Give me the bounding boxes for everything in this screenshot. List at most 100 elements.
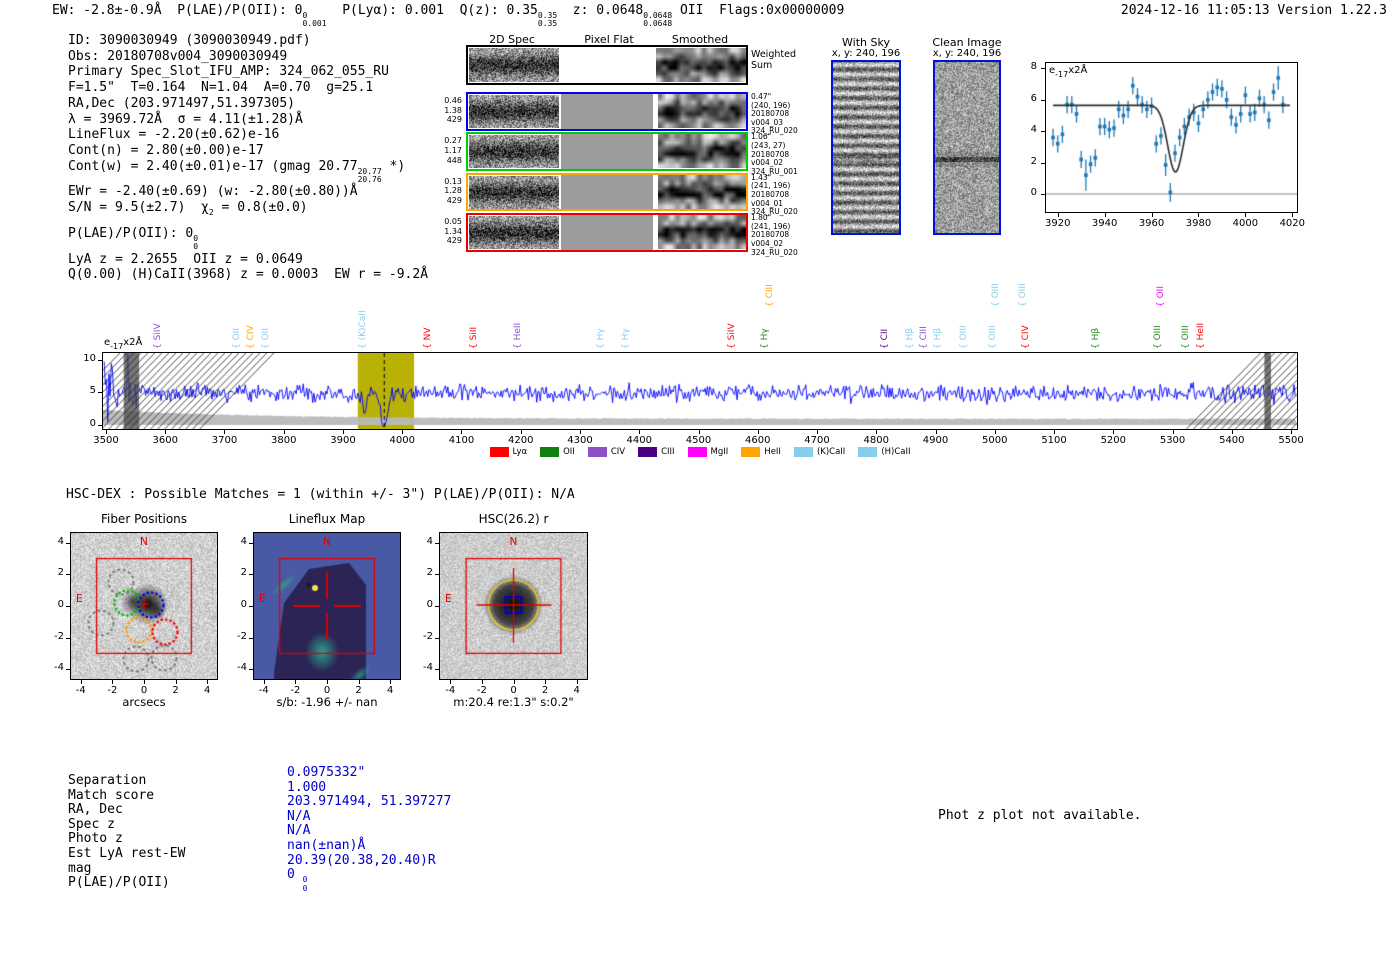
text-segment: Q(0.00) (H)CaII(3968) z = 0.0003 EW r = … xyxy=(68,267,429,283)
info-line: RA,Dec (203.971497,51.397305) xyxy=(68,96,428,112)
cutout-xtick-mark xyxy=(144,680,145,684)
cutout-title: HSC(26.2) r xyxy=(478,512,549,526)
info-line: Primary Spec_Slot_IFU_AMP: 324_062_055_R… xyxy=(68,64,428,80)
spec2d-row-right-labels: 1.43" (241, 196) 20180708 v004_01 324_RU_020 xyxy=(751,173,798,217)
spec2d-row-pixelflat-image xyxy=(561,174,653,210)
spec2d-left-label: 0.13 xyxy=(444,176,462,186)
spectrum-ytick-mark xyxy=(98,359,102,361)
cutout-ytick-label: -2 xyxy=(423,630,433,642)
legend-item: HeII xyxy=(741,447,781,457)
spec2d-left-label: 429 xyxy=(446,195,462,205)
spectral-line-marker: { OIII xyxy=(990,283,1001,307)
legend-label: MgII xyxy=(710,447,729,457)
spectral-line-marker: { OIII xyxy=(1180,325,1191,349)
spectrum-xtick-mark xyxy=(224,430,226,434)
sup-sub-stack: -17 xyxy=(110,342,123,360)
elixer-report-page: EW: -2.8±-0.9Å P(LAE)/P(OII): 0 0 0.001 P(… xyxy=(0,0,1400,953)
cutout-xtick-mark xyxy=(295,680,297,684)
legend-swatch xyxy=(741,447,761,457)
spectral-line-marker: { (K)CaII xyxy=(357,310,368,349)
text-segment: 20.39(20.38,20.40)R xyxy=(287,852,436,868)
inset-ytick-label: 4 xyxy=(1030,124,1037,136)
hsc-r-cutout-image xyxy=(440,533,587,679)
cutout-xtick-mark xyxy=(175,680,177,684)
spectrum-xtick-label: 4100 xyxy=(448,435,475,446)
with-sky-image xyxy=(833,62,899,233)
spectrum-xtick-label: 3800 xyxy=(270,435,297,446)
cutout-ytick-label: -2 xyxy=(237,630,247,642)
cutout-ytick-label: -4 xyxy=(423,662,433,674)
cutout-xlabel: arcsecs xyxy=(122,695,166,709)
cutout-xtick-label: 4 xyxy=(204,685,211,696)
spectrum-canvas xyxy=(103,353,1297,429)
cutout-xtick-mark xyxy=(513,680,515,684)
text-segment: N/A xyxy=(287,808,311,824)
spectral-line-marker: { CIV xyxy=(246,325,257,349)
sup-sub-stack: 0 0.001 xyxy=(302,11,326,29)
match-table-labels: Separation Match score RA, Dec Spec z Photo … xyxy=(68,773,186,891)
text-segment: P(LAE)/P(OII): 0 xyxy=(68,225,194,241)
text-segment: 203.971494, 51.397277 xyxy=(287,794,452,810)
text-segment: λ = 3969.72Å σ = 4.11(±1.28)Å xyxy=(68,111,303,127)
cutout-ytick-mark xyxy=(66,542,70,544)
sub-part: 0 xyxy=(193,242,199,252)
match-table-row-label: Match score xyxy=(68,787,155,803)
inset-xtick-mark xyxy=(1104,213,1106,217)
cutout-xtick-mark xyxy=(327,680,328,684)
spec2d-row-left-labels: 0.46 1.38 429 xyxy=(430,96,462,125)
info-line: S/N = 9.5(±2.7) χ2 = 0.8(±0.0) xyxy=(68,200,428,226)
spec2d-left-label: 1.17 xyxy=(444,145,462,155)
legend-label: Lyα xyxy=(512,447,528,457)
sup-sub-stack: 00 xyxy=(193,234,199,252)
cutout-ytick-label: 0 xyxy=(57,599,64,610)
match-table-row-label: P(LAE)/P(OII) xyxy=(68,875,170,891)
match-table-row-label: Est LyA rest-EW xyxy=(68,845,186,861)
spectrum-xtick-mark xyxy=(165,430,167,434)
cutout-xtick-mark xyxy=(450,680,452,684)
spectrum-xtick-label: 3600 xyxy=(152,435,178,446)
header-timestamp: 2024-12-16 11:05:13 Version 1.22.3 xyxy=(1120,3,1387,18)
cutout-ytick-mark xyxy=(249,669,253,671)
inset-xtick-mark xyxy=(1057,213,1059,217)
spec2d-left-label: 429 xyxy=(446,236,462,246)
compass-n-label: N xyxy=(323,536,331,548)
spectrum-xtick-label: 5300 xyxy=(1159,435,1186,446)
spectral-line-marker: { Hγ xyxy=(620,328,631,349)
legend-item: (K)CaII xyxy=(793,447,845,457)
spectrum-ytick-mark xyxy=(98,425,102,427)
sub-part: 20.76 xyxy=(357,175,382,185)
detection-info-block: ID: 3090030949 (3090030949.pdf) Obs: 2018… xyxy=(68,33,428,283)
spectrum-xtick-label: 4600 xyxy=(745,435,771,446)
inset-xtick-label: 3980 xyxy=(1185,218,1212,229)
info-line: LineFlux = -2.20(±0.62)e-16 xyxy=(68,127,428,143)
spectrum-ytick-label: 10 xyxy=(83,352,96,364)
text-segment: LineFlux = -2.20(±0.62)e-16 xyxy=(68,127,280,143)
spectrum-xtick-label: 5200 xyxy=(1100,435,1127,446)
legend-label: HeII xyxy=(764,447,781,457)
inset-xtick-label: 3920 xyxy=(1044,218,1071,229)
spectrum-xtick-label: 4800 xyxy=(863,435,890,446)
cutout-xtick-mark xyxy=(390,680,392,684)
spectrum-xtick-mark xyxy=(1113,430,1115,434)
text-segment: Cont(w) = 2.40(±0.01)e-17 (gmag 20.77 xyxy=(68,158,358,174)
weighted-sum-smoothed-image xyxy=(656,48,746,82)
spectrum-xtick-mark xyxy=(639,430,641,434)
text-segment: EWr = -2.40(±0.69) (w: -2.80(±0.80))Å xyxy=(68,184,358,200)
spectral-line-marker: { OIII xyxy=(1018,283,1029,307)
info-line: Cont(w) = 2.40(±0.01)e-17 (gmag 20.77 20.… xyxy=(68,159,428,185)
spec2d-row-smoothed-image xyxy=(658,215,746,250)
text-segment: RA,Dec (203.971497,51.397305) xyxy=(68,95,295,111)
spectral-line-marker: { HeII xyxy=(512,322,523,349)
legend-item: (H)CaII xyxy=(858,447,911,457)
spectrum-xtick-mark xyxy=(342,430,344,434)
inset-xtick-label: 3960 xyxy=(1138,218,1165,229)
spectrum-xtick-label: 4400 xyxy=(626,435,652,446)
cutout-title: Lineflux Map xyxy=(288,512,366,526)
text-segment: z: 0.0648 xyxy=(557,3,644,18)
spec2d-left-label: 448 xyxy=(446,155,462,165)
spectrum-xtick-label: 3700 xyxy=(211,435,238,446)
inset-ytick-mark xyxy=(1041,99,1045,101)
inset-ytick-label: 8 xyxy=(1030,61,1037,73)
cutout-xlabel: m:20.4 re:1.3" s:0.2" xyxy=(453,695,574,709)
spec2d-left-label: 429 xyxy=(446,115,462,125)
